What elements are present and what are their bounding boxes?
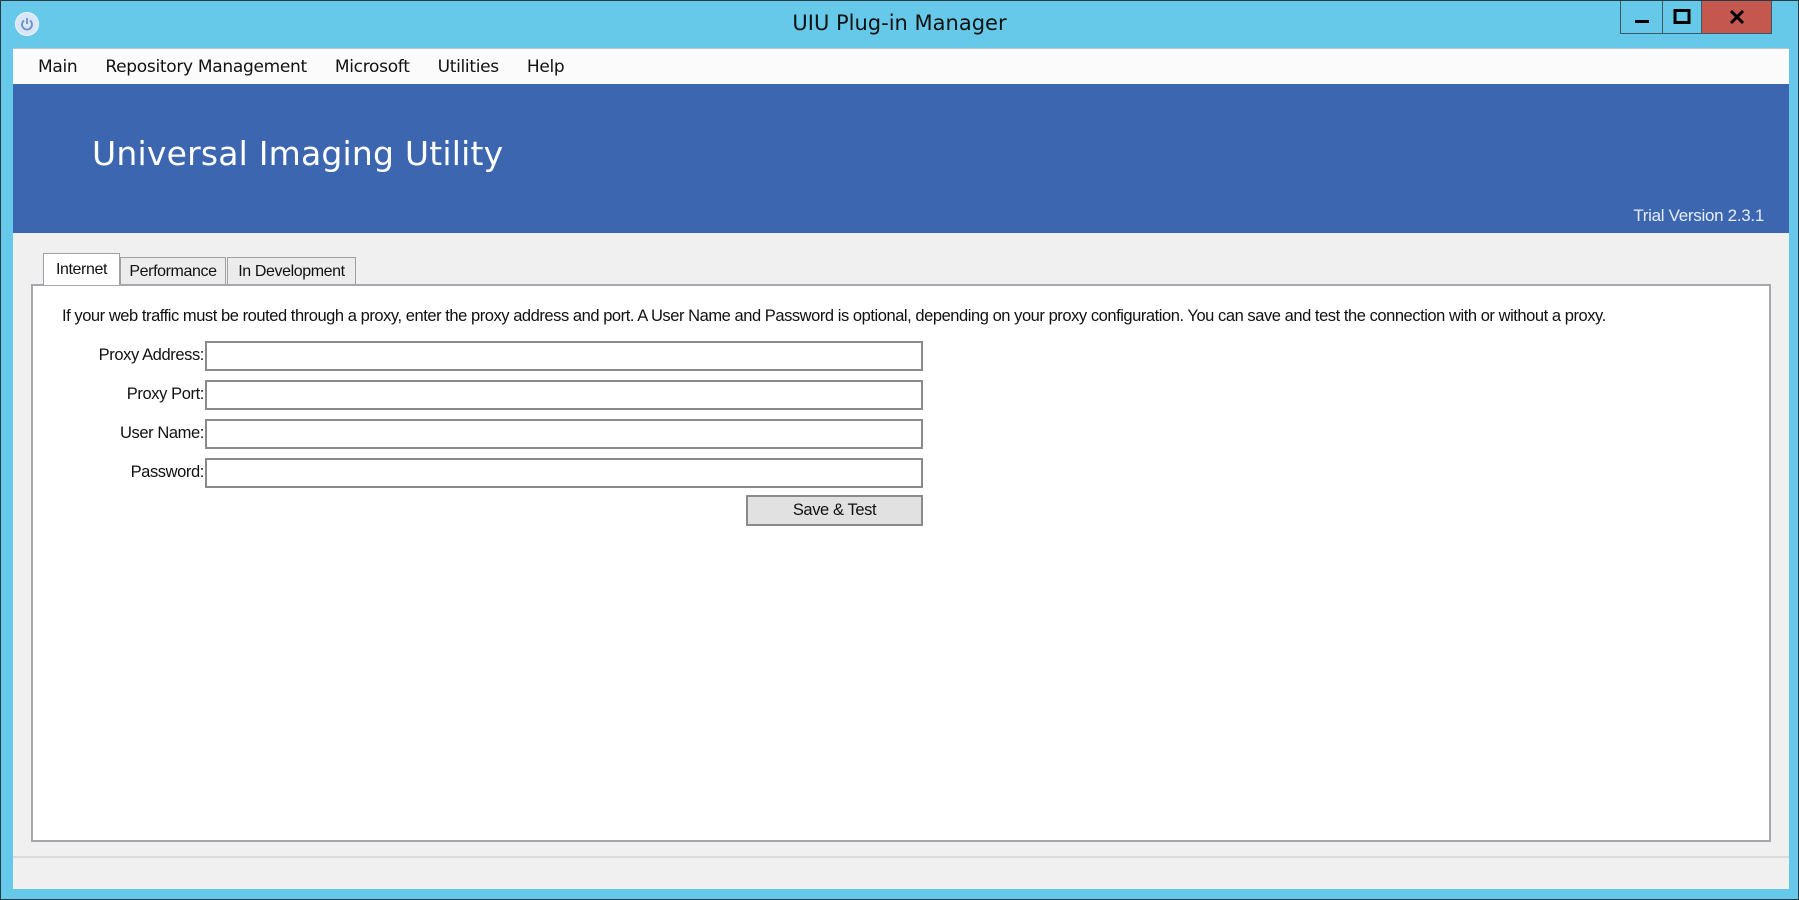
tab-in-development[interactable]: In Development bbox=[227, 257, 356, 285]
password-label: Password: bbox=[130, 463, 205, 481]
close-icon bbox=[1729, 10, 1744, 24]
menu-help[interactable]: Help bbox=[513, 49, 579, 84]
menu-main[interactable]: Main bbox=[24, 49, 91, 84]
product-title: Universal Imaging Utility bbox=[92, 134, 504, 173]
title-bar[interactable]: UIU Plug-in Manager bbox=[1, 1, 1798, 48]
minimize-icon bbox=[1634, 20, 1649, 23]
maximize-button[interactable] bbox=[1663, 1, 1702, 34]
menu-repository-management[interactable]: Repository Management bbox=[91, 49, 321, 84]
version-label: Trial Version 2.3.1 bbox=[1633, 206, 1764, 225]
tab-performance[interactable]: Performance bbox=[120, 257, 226, 285]
user-name-row: User Name: bbox=[33, 419, 933, 449]
header-banner: Universal Imaging Utility Trial Version … bbox=[13, 84, 1789, 233]
proxy-port-input[interactable] bbox=[205, 380, 923, 410]
client-area: Main Repository Management Microsoft Uti… bbox=[13, 48, 1789, 889]
maximize-icon bbox=[1673, 9, 1691, 24]
internet-tab-panel: If your web traffic must be routed throu… bbox=[31, 284, 1771, 842]
password-input[interactable] bbox=[205, 458, 923, 488]
save-and-test-button[interactable]: Save & Test bbox=[746, 495, 923, 526]
window-controls bbox=[1620, 1, 1772, 34]
minimize-button[interactable] bbox=[1620, 1, 1663, 34]
proxy-address-input[interactable] bbox=[205, 341, 923, 371]
proxy-port-label: Proxy Port: bbox=[126, 385, 205, 403]
window-title: UIU Plug-in Manager bbox=[792, 11, 1007, 35]
proxy-address-label: Proxy Address: bbox=[98, 346, 205, 364]
menu-utilities[interactable]: Utilities bbox=[424, 49, 513, 84]
menu-bar: Main Repository Management Microsoft Uti… bbox=[13, 48, 1789, 84]
proxy-port-row: Proxy Port: bbox=[33, 380, 933, 410]
proxy-address-row: Proxy Address: bbox=[33, 341, 933, 371]
tab-internet[interactable]: Internet bbox=[43, 253, 120, 285]
password-row: Password: bbox=[33, 458, 933, 488]
app-window: UIU Plug-in Manager Main Repository Mana… bbox=[0, 0, 1799, 900]
status-bar bbox=[13, 856, 1789, 889]
user-name-label: User Name: bbox=[119, 424, 204, 442]
menu-microsoft[interactable]: Microsoft bbox=[321, 49, 424, 84]
close-button[interactable] bbox=[1702, 1, 1772, 34]
user-name-input[interactable] bbox=[205, 419, 923, 449]
proxy-help-text: If your web traffic must be routed throu… bbox=[62, 307, 1606, 325]
